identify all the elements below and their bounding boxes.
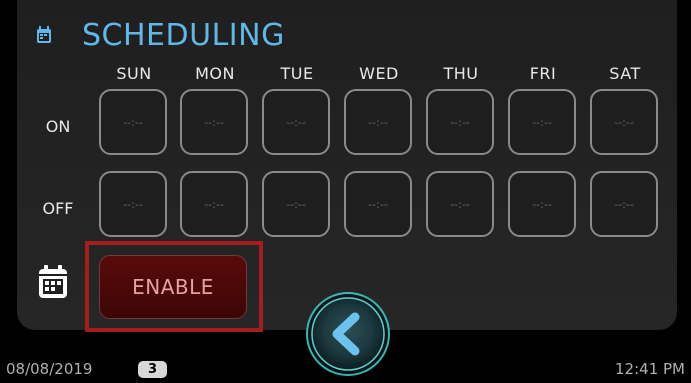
schedule-icon <box>37 26 51 43</box>
time-cell-on-thu[interactable]: --:-- <box>426 89 494 155</box>
day-header-sat: SAT <box>609 64 641 83</box>
time-cell-off-thu[interactable]: --:-- <box>426 171 494 237</box>
enable-button[interactable]: ENABLE <box>99 255 247 319</box>
time-cell-off-sun[interactable]: --:-- <box>99 171 167 237</box>
time-cell-off-mon[interactable]: --:-- <box>180 171 248 237</box>
row-label-off: OFF <box>42 199 74 218</box>
status-time: 12:41 PM <box>615 360 685 378</box>
time-cell-on-sun[interactable]: --:-- <box>99 89 167 155</box>
status-date: 08/08/2019 <box>6 360 93 378</box>
time-cell-off-sat[interactable]: --:-- <box>590 171 658 237</box>
time-cell-off-wed[interactable]: --:-- <box>344 171 412 237</box>
back-button[interactable] <box>305 291 391 377</box>
time-cell-on-wed[interactable]: --:-- <box>344 89 412 155</box>
day-header-sun: SUN <box>116 64 152 83</box>
row-label-on: ON <box>45 117 71 136</box>
time-cell-on-tue[interactable]: --:-- <box>262 89 330 155</box>
status-badge: 3 <box>138 361 167 378</box>
time-cell-on-fri[interactable]: --:-- <box>508 89 576 155</box>
day-header-fri: FRI <box>529 64 557 83</box>
time-cell-off-fri[interactable]: --:-- <box>508 171 576 237</box>
day-header-mon: MON <box>195 64 235 83</box>
day-header-thu: THU <box>443 64 479 83</box>
calendar-icon <box>39 265 67 298</box>
day-header-tue: TUE <box>280 64 314 83</box>
page-title: SCHEDULING <box>82 18 285 53</box>
time-cell-off-tue[interactable]: --:-- <box>262 171 330 237</box>
time-cell-on-sat[interactable]: --:-- <box>590 89 658 155</box>
time-cell-on-mon[interactable]: --:-- <box>180 89 248 155</box>
day-header-wed: WED <box>359 64 399 83</box>
